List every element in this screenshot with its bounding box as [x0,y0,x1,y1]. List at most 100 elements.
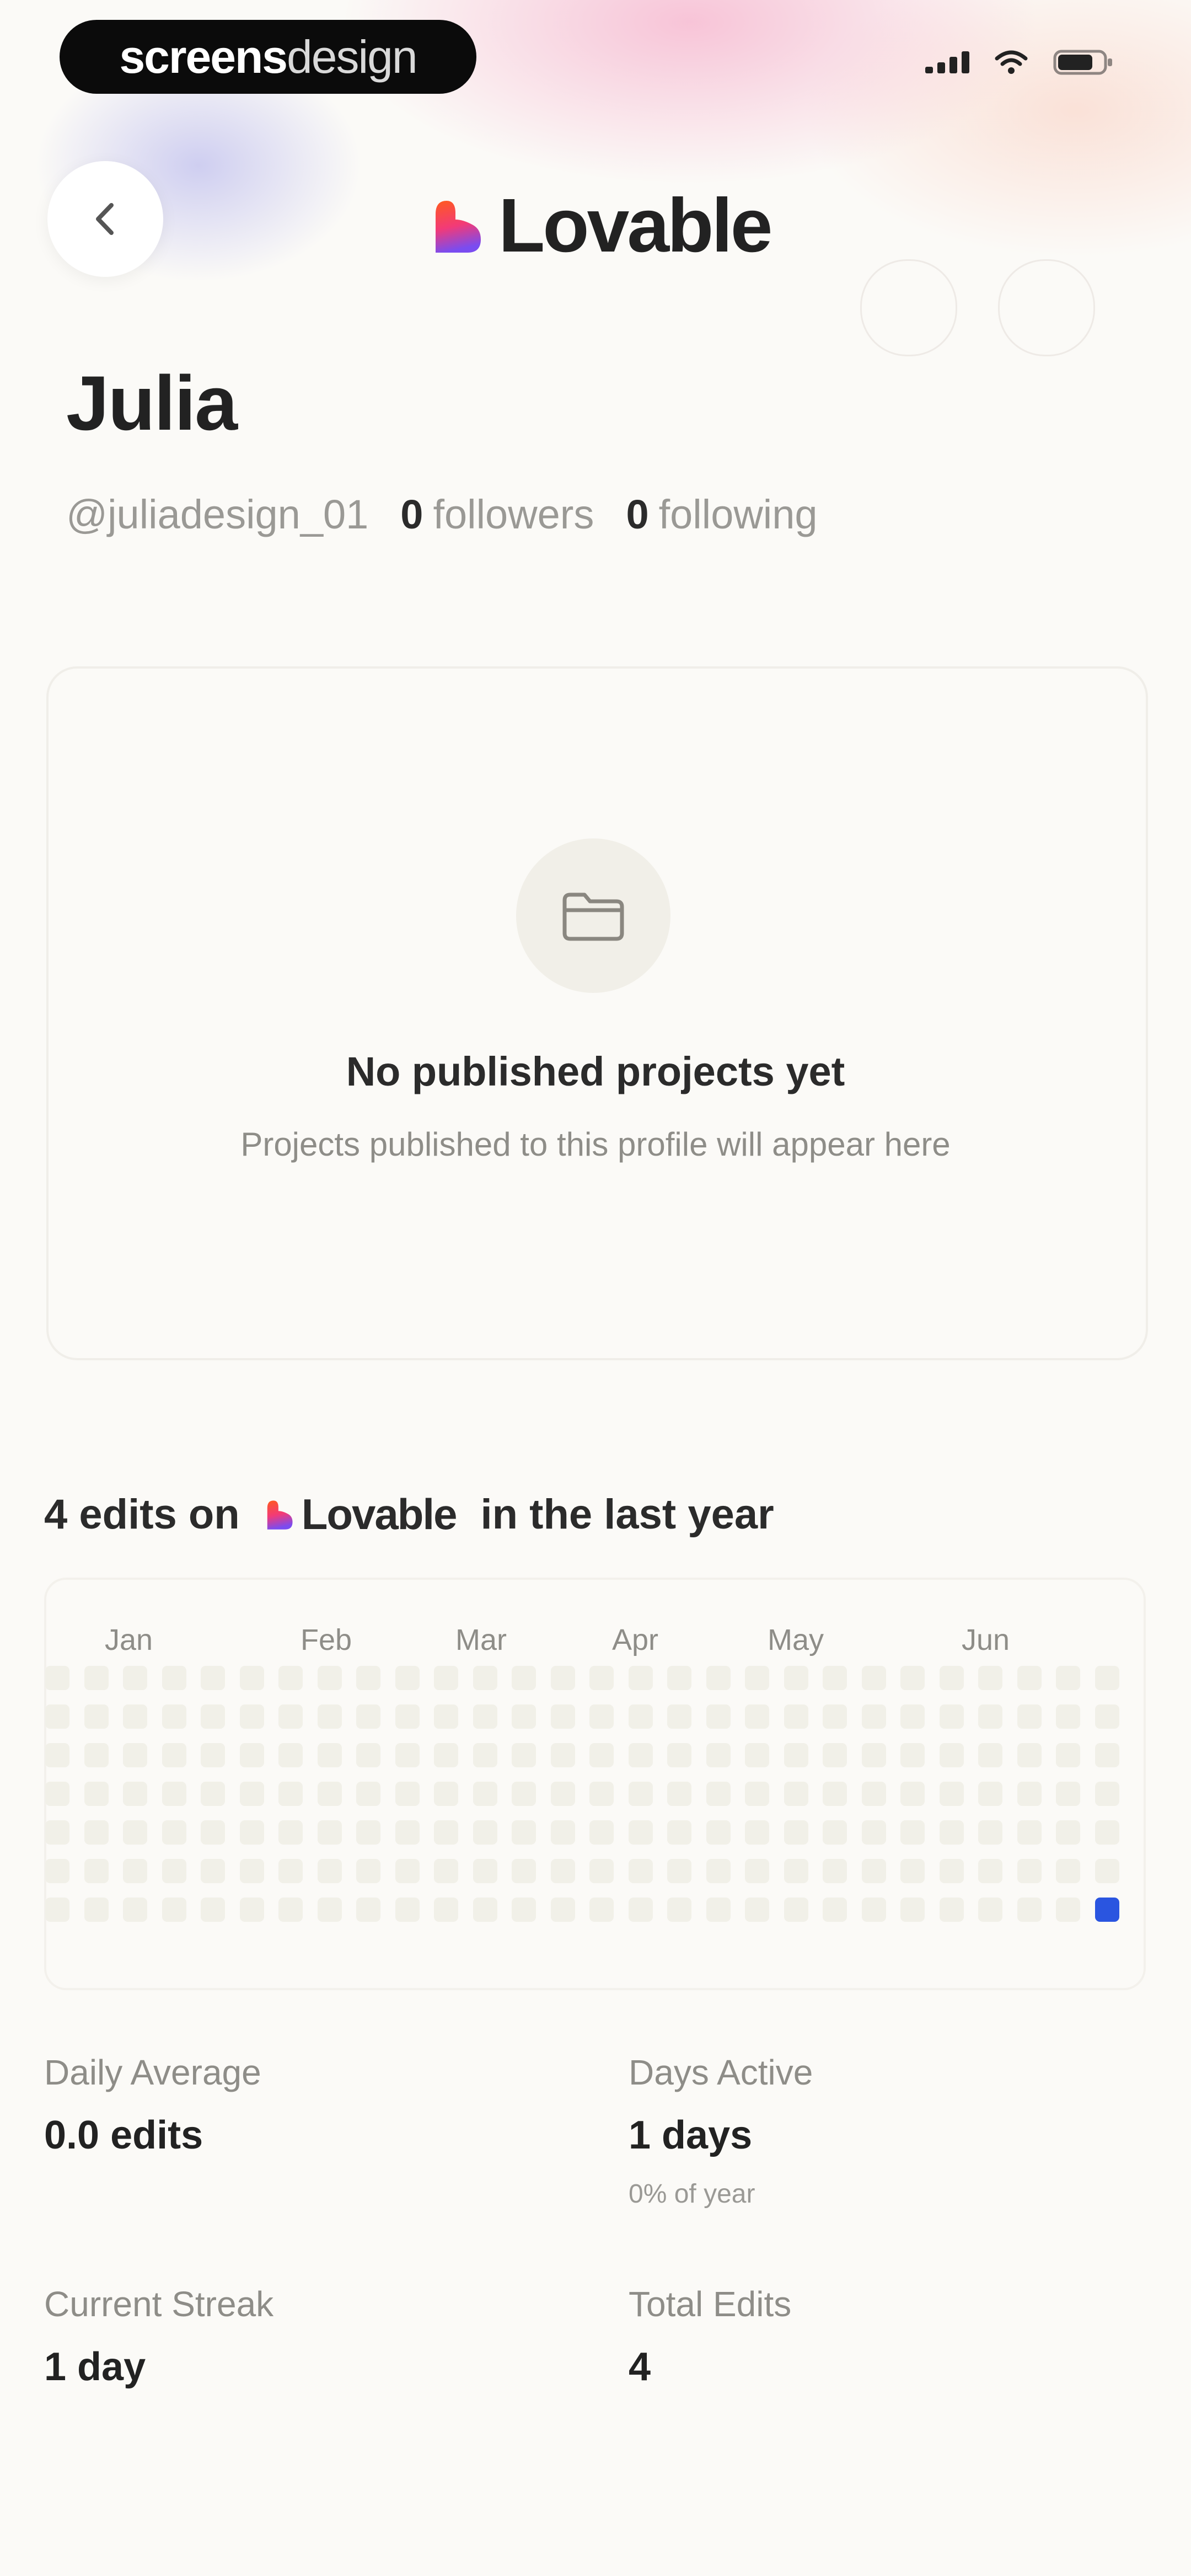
heat-cell [939,1859,964,1883]
heat-cell [823,1666,847,1690]
heat-cell [473,1782,497,1806]
heat-cell [45,1859,69,1883]
heat-cell [1017,1898,1042,1922]
heat-cell [239,1782,264,1806]
heat-cell [123,1859,147,1883]
heat-cell [861,1704,886,1729]
heat-cell [162,1898,186,1922]
header-action-left[interactable] [860,259,957,356]
heat-cell [162,1782,186,1806]
heat-cell [317,1743,342,1767]
heat-cell [628,1898,653,1922]
heat-cell [1056,1666,1080,1690]
profile-name: Julia [66,360,238,446]
heat-cell [162,1704,186,1729]
heat-cell [1095,1859,1119,1883]
heat-cell [434,1859,458,1883]
heat-cell [706,1820,731,1845]
heat-cell [784,1704,808,1729]
days-active-value: 1 days [629,2113,753,2157]
heat-cell [395,1859,420,1883]
heat-cell [823,1743,847,1767]
heat-cell [45,1704,69,1729]
followers-link[interactable]: 0 followers [400,491,594,538]
heat-cell [978,1666,1002,1690]
heat-cell [434,1898,458,1922]
heat-cell [84,1782,109,1806]
heat-cell [512,1666,536,1690]
heat-cell [356,1820,380,1845]
heat-cell [1095,1666,1119,1690]
heat-cell [123,1743,147,1767]
back-button[interactable] [47,161,163,277]
heat-cell [123,1898,147,1922]
heat-cell [550,1666,575,1690]
heat-cell [356,1743,380,1767]
heat-cell [84,1666,109,1690]
heat-cell [745,1820,769,1845]
header-action-right[interactable] [998,259,1095,356]
heat-cell [784,1859,808,1883]
heat-cell [550,1704,575,1729]
heat-cell [900,1782,925,1806]
heat-cell [978,1704,1002,1729]
heat-cell [162,1820,186,1845]
heat-cell [978,1898,1002,1922]
heat-cell [823,1859,847,1883]
heat-cell [239,1898,264,1922]
heat-cell [550,1782,575,1806]
heat-cell [745,1782,769,1806]
heat-cell [1056,1820,1080,1845]
heat-cell [589,1859,614,1883]
following-link[interactable]: 0 following [626,491,817,538]
heat-cell [784,1666,808,1690]
lovable-logo: Lovable [430,182,772,270]
heat-cell [823,1704,847,1729]
heat-cell [823,1898,847,1922]
current-streak-label: Current Streak [44,2284,274,2324]
heat-cell [201,1666,225,1690]
heat-cell [784,1743,808,1767]
heat-cell [239,1704,264,1729]
activity-lovable-logo: Lovable [264,1489,457,1540]
heat-cell [1056,1782,1080,1806]
heat-cell [939,1704,964,1729]
month-label: Mar [455,1623,507,1656]
heat-cell [162,1859,186,1883]
heat-cell [900,1820,925,1845]
heat-cell [317,1859,342,1883]
heat-cell [278,1666,303,1690]
month-label: Apr [612,1623,659,1656]
heat-cell [1017,1820,1042,1845]
heat-cell [356,1782,380,1806]
heat-cell [84,1859,109,1883]
heat-cell [45,1743,69,1767]
heat-cell [978,1820,1002,1845]
heat-cell [512,1859,536,1883]
heat-cell [706,1859,731,1883]
profile-meta: @juliadesign_01 0 followers 0 following [66,491,818,538]
wifi-icon [995,50,1028,74]
heat-cell [667,1898,691,1922]
heat-cell [473,1666,497,1690]
heat-cell [356,1666,380,1690]
month-label: May [768,1623,824,1656]
heat-cell [550,1820,575,1845]
heat-cell [861,1782,886,1806]
heat-cell [706,1704,731,1729]
heat-cell [745,1743,769,1767]
heat-cell [784,1898,808,1922]
heat-cell [1095,1743,1119,1767]
heat-cell [395,1898,420,1922]
heat-cell [784,1820,808,1845]
heat-cell [239,1820,264,1845]
heat-cell [1017,1704,1042,1729]
heat-cell [1056,1859,1080,1883]
heat-cell [473,1743,497,1767]
heat-cell [667,1743,691,1767]
heat-cell [667,1666,691,1690]
heat-cell [123,1666,147,1690]
profile-handle: @juliadesign_01 [66,491,369,537]
heat-cell [473,1859,497,1883]
heat-cell [861,1859,886,1883]
